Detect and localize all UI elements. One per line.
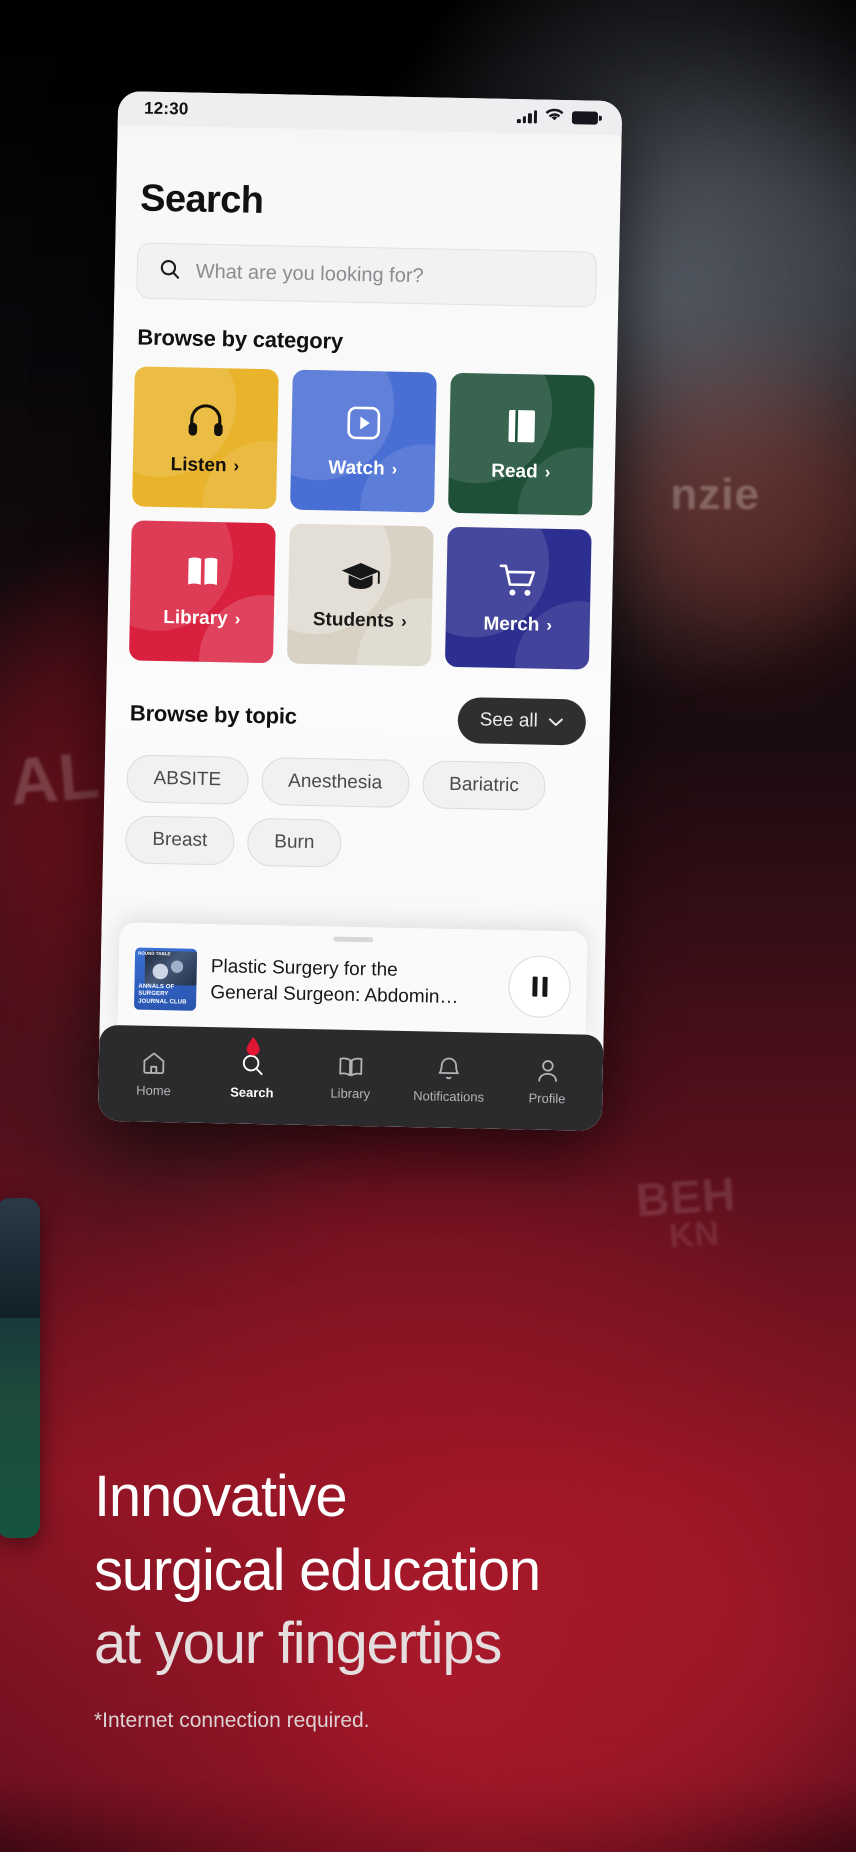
person-icon [535,1058,560,1084]
tab-label: Search [230,1084,274,1101]
category-tile-read[interactable]: Read › [447,372,595,516]
battery-full-icon [571,110,599,125]
marketing-footnote: *Internet connection required. [94,1708,370,1732]
pause-button[interactable] [507,955,572,1019]
artwork-caption: ANNALS OF SURGERY JOURNAL CLUB [138,983,187,1006]
page-title: Search [139,177,264,222]
home-icon [141,1050,168,1077]
app-screen: 12:30 Search What are you looking for? B… [97,91,623,1131]
chevron-right-icon: › [234,609,241,629]
headphones-icon [184,398,227,441]
book-closed-icon [501,405,542,448]
artwork-tag: ROUND TABLE [138,950,171,957]
category-tile-label: Read [491,460,538,483]
category-tile-label: Listen [170,454,227,477]
headline-line-2: surgical education [94,1537,541,1603]
chevron-right-icon: › [400,611,407,631]
drag-handle[interactable] [333,936,374,943]
category-tile-students[interactable]: Students › [286,523,434,667]
search-input[interactable]: What are you looking for? [136,242,598,308]
status-time: 12:30 [143,98,189,119]
topic-chip[interactable]: Breast [124,815,235,866]
blood-drop-icon [245,1036,260,1056]
chevron-down-icon [548,714,564,729]
category-tile-listen[interactable]: Listen › [132,366,279,510]
topic-chip-list: ABSITE Anesthesia Bariatric Breast Burn [124,754,587,872]
album-artwork: ROUND TABLE ANNALS OF SURGERY JOURNAL CL… [133,947,198,1011]
tab-home[interactable]: Home [107,1049,200,1099]
category-tile-grid: Listen › Watch › Read › Library › Studen… [128,366,595,670]
now-playing-title-line2: General Surgeon: Abdomin… [210,982,459,1009]
tab-label: Notifications [413,1088,485,1105]
category-tile-label: Watch [328,457,385,480]
mini-player[interactable]: ROUND TABLE ANNALS OF SURGERY JOURNAL CL… [117,922,588,1035]
artwork-caption-line3: JOURNAL CLUB [138,998,187,1006]
category-tile-watch[interactable]: Watch › [290,369,437,513]
topic-chip-label: Anesthesia [287,770,383,794]
search-icon [157,256,182,285]
tab-search[interactable]: Search [206,1036,299,1101]
headline-line-3: at your fingertips [94,1611,502,1677]
open-book-icon [181,553,224,594]
bottom-tab-bar: Home Search Library Notifications Profil… [97,1024,604,1131]
marketing-headline: Innovative surgical education at your fi… [94,1460,794,1681]
now-playing-title: Plastic Surgery for the General Surgeon:… [210,954,495,1011]
category-tile-label: Students [312,609,395,632]
chevron-right-icon: › [391,459,398,479]
category-tile-merch[interactable]: Merch › [444,526,592,670]
category-tile-label: Merch [483,613,540,636]
tab-label: Library [330,1085,371,1102]
open-book-icon [337,1055,365,1080]
topic-chip[interactable]: ABSITE [126,754,249,805]
topic-chip[interactable]: Bariatric [421,760,547,811]
chevron-right-icon: › [544,462,551,482]
topic-chip-label: Bariatric [448,773,520,797]
background-text-al: AL [6,737,104,819]
bell-icon [437,1056,462,1082]
tab-label: Profile [528,1090,566,1107]
tab-label: Home [136,1082,172,1099]
topic-chip[interactable]: Anesthesia [260,757,410,809]
phone-mockup: 12:30 Search What are you looking for? B… [97,91,623,1131]
tab-profile[interactable]: Profile [501,1057,594,1107]
tab-notifications[interactable]: Notifications [402,1055,495,1105]
topic-chip-label: ABSITE [153,767,222,791]
shopping-cart-icon [496,560,541,601]
chevron-right-icon: › [546,615,553,635]
topic-chip-label: Burn [274,831,315,854]
wifi-icon [545,107,564,126]
search-placeholder: What are you looking for? [195,260,424,287]
see-all-label: See all [479,709,539,732]
topic-chip[interactable]: Burn [246,817,342,868]
graduation-cap-icon [338,558,383,597]
category-tile-label: Library [163,607,228,630]
see-all-button[interactable]: See all [457,696,587,746]
browse-by-topic-header: Browse by topic See all [129,690,587,746]
headline-line-1: Innovative [94,1464,348,1529]
cellular-signal-icon [516,109,538,123]
browse-by-category-heading: Browse by category [137,324,344,354]
background-text-kn: KN [667,1214,722,1256]
marketing-copy: Innovative surgical education at your fi… [94,1460,794,1733]
play-square-icon [342,402,385,445]
background-side-photo-card [0,1198,40,1538]
category-tile-library[interactable]: Library › [128,520,276,664]
background-text-nzie: nzie [670,470,760,519]
tab-library[interactable]: Library [304,1054,397,1102]
topic-chip-label: Breast [152,828,208,851]
browse-by-topic-heading: Browse by topic [129,700,298,729]
chevron-right-icon: › [233,456,240,476]
